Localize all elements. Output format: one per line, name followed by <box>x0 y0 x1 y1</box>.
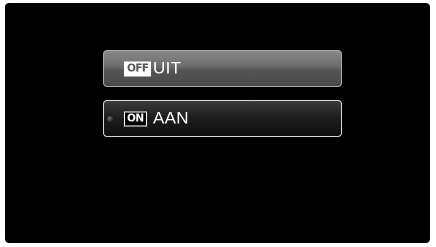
on-badge-icon: ON <box>124 111 147 126</box>
off-badge-icon: OFF <box>124 61 152 76</box>
option-on-label: AAN <box>153 108 189 128</box>
option-off-label: UIT <box>153 58 182 78</box>
option-off-button[interactable]: OFF UIT <box>103 50 342 87</box>
camera-menu-screen: OFF UIT ON AAN <box>5 3 430 243</box>
selection-cursor-icon <box>107 115 113 122</box>
option-on-button[interactable]: ON AAN <box>103 100 342 137</box>
